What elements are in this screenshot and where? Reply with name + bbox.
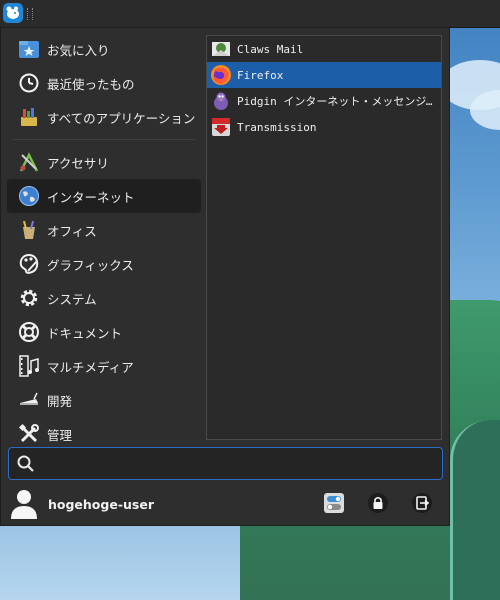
whisker-menu: お気に入り 最近使ったもの すべてのアプリケーション アクセサリ インターネット… bbox=[0, 27, 450, 526]
development-icon bbox=[17, 388, 41, 412]
category-label: 最近使ったもの bbox=[47, 76, 135, 92]
globe-icon bbox=[17, 184, 41, 208]
application-list: Claws Mail Firefox Pidgin インターネット・メッセンジャ… bbox=[206, 35, 442, 440]
log-out-icon bbox=[412, 493, 432, 513]
clock-icon bbox=[17, 71, 41, 95]
palette-icon bbox=[17, 252, 41, 276]
category-label: システム bbox=[47, 291, 97, 307]
category-list: お気に入り 最近使ったもの すべてのアプリケーション アクセサリ インターネット… bbox=[7, 32, 201, 451]
app-label: Transmission bbox=[237, 120, 317, 134]
pidgin-icon bbox=[210, 90, 232, 112]
lock-icon bbox=[368, 493, 388, 513]
panel-handle[interactable] bbox=[27, 8, 33, 20]
category-separator bbox=[13, 139, 195, 140]
category-system[interactable]: システム bbox=[7, 281, 201, 315]
category-settings[interactable]: 管理 bbox=[7, 417, 201, 451]
category-label: すべてのアプリケーション bbox=[47, 110, 196, 126]
category-multimedia[interactable]: マルチメディア bbox=[7, 349, 201, 383]
search-box[interactable] bbox=[8, 447, 443, 480]
app-label: Pidgin インターネット・メッセンジャー bbox=[237, 95, 437, 108]
user-name: hogehoge-user bbox=[48, 496, 154, 512]
top-panel bbox=[0, 0, 500, 28]
user-section: hogehoge-user bbox=[7, 487, 154, 521]
category-favorites[interactable]: お気に入り bbox=[7, 32, 201, 66]
category-label: グラフィックス bbox=[47, 257, 134, 273]
claws-mail-icon bbox=[210, 38, 232, 60]
category-documents[interactable]: ドキュメント bbox=[7, 315, 201, 349]
tools-icon bbox=[17, 422, 41, 446]
search-input[interactable] bbox=[42, 455, 442, 472]
gear-icon bbox=[17, 286, 41, 310]
app-pidgin[interactable]: Pidgin インターネット・メッセンジャー bbox=[207, 88, 441, 114]
lifebuoy-icon bbox=[17, 320, 41, 344]
settings-manager-button[interactable] bbox=[322, 491, 346, 515]
category-label: ドキュメント bbox=[47, 325, 123, 341]
app-transmission[interactable]: Transmission bbox=[207, 114, 441, 140]
category-label: オフィス bbox=[47, 223, 97, 239]
category-office[interactable]: オフィス bbox=[7, 213, 201, 247]
category-all-applications[interactable]: すべてのアプリケーション bbox=[7, 100, 201, 134]
favorites-folder-icon bbox=[17, 37, 41, 61]
log-out-button[interactable] bbox=[410, 491, 434, 515]
category-accessories[interactable]: アクセサリ bbox=[7, 145, 201, 179]
category-graphics[interactable]: グラフィックス bbox=[7, 247, 201, 281]
app-claws-mail[interactable]: Claws Mail bbox=[207, 36, 441, 62]
category-label: インターネット bbox=[47, 189, 135, 205]
category-label: アクセサリ bbox=[47, 155, 109, 171]
category-development[interactable]: 開発 bbox=[7, 383, 201, 417]
multimedia-icon bbox=[17, 354, 41, 378]
category-label: お気に入り bbox=[47, 42, 110, 58]
mouse-logo-icon bbox=[6, 6, 19, 19]
category-label: 開発 bbox=[47, 393, 73, 409]
app-label: Firefox bbox=[237, 68, 284, 82]
all-applications-icon bbox=[17, 105, 41, 129]
whisker-menu-button[interactable] bbox=[3, 3, 23, 23]
ground bbox=[0, 520, 240, 600]
avatar bbox=[11, 490, 37, 519]
search-icon bbox=[17, 455, 34, 472]
lock-screen-button[interactable] bbox=[366, 491, 390, 515]
toggle-switches-icon bbox=[324, 493, 344, 513]
category-label: 管理 bbox=[47, 427, 73, 443]
category-label: マルチメディア bbox=[47, 359, 134, 375]
hill bbox=[450, 420, 500, 600]
app-label: Claws Mail bbox=[237, 42, 304, 56]
category-internet[interactable]: インターネット bbox=[7, 179, 201, 213]
office-icon bbox=[17, 218, 41, 242]
category-recent[interactable]: 最近使ったもの bbox=[7, 66, 201, 100]
firefox-icon bbox=[210, 64, 232, 86]
accessories-icon bbox=[17, 150, 41, 174]
app-firefox[interactable]: Firefox bbox=[207, 62, 441, 88]
transmission-icon bbox=[210, 116, 232, 138]
